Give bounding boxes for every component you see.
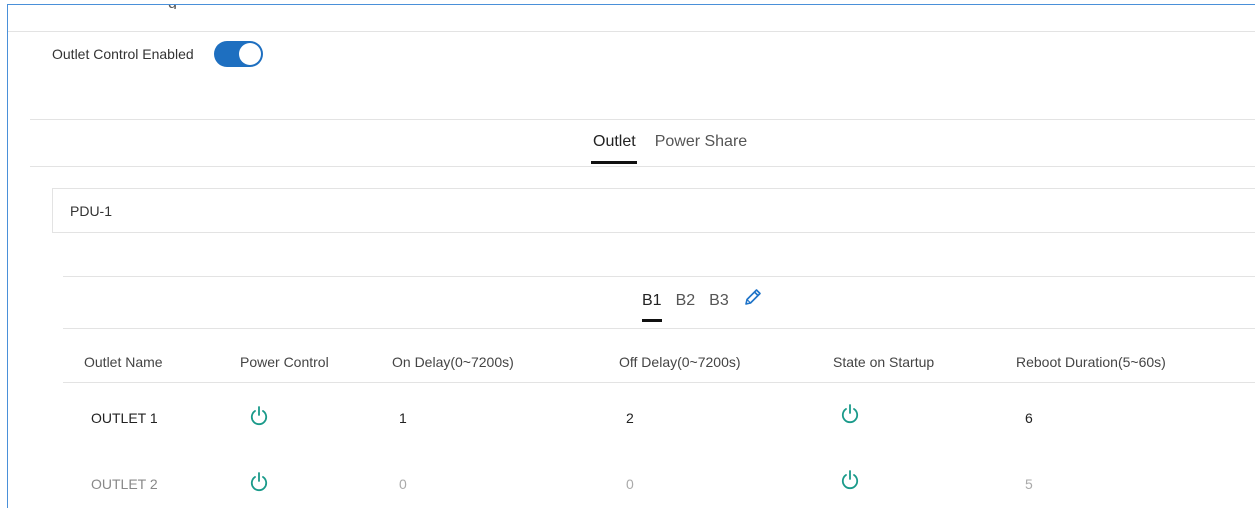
outlet-name: OUTLET 1 — [91, 410, 158, 426]
pencil-icon[interactable] — [743, 287, 763, 307]
divider — [30, 119, 1255, 120]
outlet-control-label: Outlet Control Enabled — [52, 46, 194, 62]
outlet-control-row: Outlet Control Enabled — [52, 41, 263, 67]
col-off-delay: Off Delay(0~7200s) — [619, 354, 741, 370]
reboot-duration-value[interactable]: 6 — [1025, 410, 1033, 426]
off-delay-value[interactable]: 0 — [626, 476, 634, 492]
col-power-control: Power Control — [240, 354, 329, 370]
outlet-control-toggle[interactable] — [213, 41, 263, 67]
settings-panel: g Outlet Control Enabled Outlet Power Sh… — [7, 4, 1255, 508]
col-on-delay: On Delay(0~7200s) — [392, 354, 514, 370]
page-title-fragment: g — [168, 5, 198, 9]
tab-power-share[interactable]: Power Share — [655, 133, 748, 151]
tab-bank-b3[interactable]: B3 — [709, 292, 729, 310]
tab-bank-b1[interactable]: B1 — [642, 292, 662, 310]
power-icon[interactable] — [840, 469, 860, 491]
outlet-name: OUTLET 2 — [91, 476, 158, 492]
divider — [63, 276, 1255, 277]
table-row: OUTLET 2 0 0 5 — [63, 449, 1255, 508]
on-delay-value[interactable]: 0 — [399, 476, 407, 492]
toggle-knob — [238, 43, 261, 65]
pdu-selector[interactable]: PDU-1 — [52, 188, 1255, 233]
col-reboot-duration: Reboot Duration(5~60s) — [1016, 354, 1166, 370]
power-icon[interactable] — [249, 471, 269, 493]
col-state-on-startup: State on Startup — [833, 354, 935, 370]
table-row: OUTLET 1 1 2 6 — [63, 383, 1255, 443]
reboot-duration-value[interactable]: 5 — [1025, 476, 1033, 492]
divider — [63, 328, 1255, 329]
divider — [8, 31, 1255, 32]
tab-bank-b2[interactable]: B2 — [676, 292, 696, 310]
off-delay-value[interactable]: 2 — [626, 410, 634, 426]
on-delay-value[interactable]: 1 — [399, 410, 407, 426]
col-outlet-name: Outlet Name — [84, 354, 163, 370]
main-tabs: Outlet Power Share — [593, 133, 766, 151]
divider — [30, 166, 1255, 167]
pdu-name: PDU-1 — [70, 203, 113, 219]
tab-outlet[interactable]: Outlet — [593, 133, 636, 151]
bank-tabs: B1 B2 B3 — [642, 289, 763, 310]
power-icon[interactable] — [249, 405, 269, 427]
power-icon[interactable] — [840, 403, 860, 425]
